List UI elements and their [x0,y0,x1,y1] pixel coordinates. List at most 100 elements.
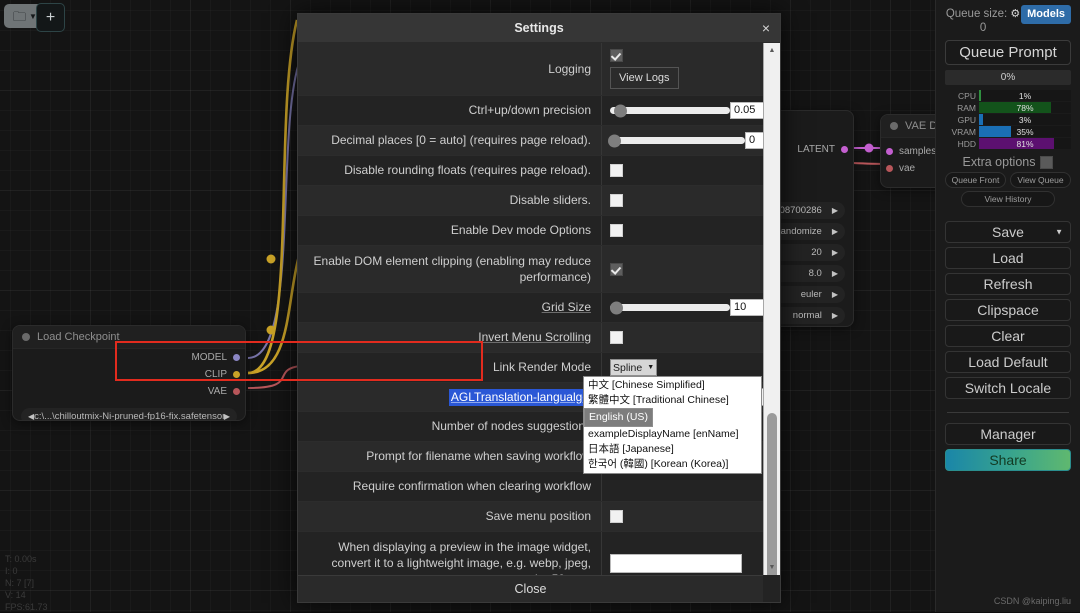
setting-label: Invert Menu Scrolling [298,323,602,352]
setting-control[interactable] [602,472,763,501]
sidebar[interactable]: Queue size: ⚙ 0 Models Queue Prompt 0% C… [935,0,1080,612]
manager-button[interactable]: Manager [945,423,1071,445]
extra-options-checkbox[interactable] [1040,156,1053,169]
settings-rows: Logging View Logs Ctrl+up/down precision… [298,43,763,575]
node-collapse-icon[interactable] [22,333,30,341]
view-queue-button[interactable]: View Queue [1010,172,1071,188]
setting-control[interactable] [602,246,763,292]
save-button[interactable]: Save ▼ [945,221,1071,243]
scroll-down-icon[interactable]: ▼ [764,560,780,575]
view-history-button[interactable]: View History [961,191,1055,207]
setting-control[interactable] [602,502,763,531]
gear-icon[interactable]: ⚙ [1010,8,1020,20]
link-render-mode-select[interactable]: Spline ▼ [610,359,657,376]
close-button[interactable]: Close [298,575,763,602]
queue-front-button[interactable]: Queue Front [945,172,1006,188]
chevron-down-icon[interactable]: ▼ [647,364,654,371]
dom-clipping-checkbox[interactable] [610,263,623,276]
chevron-right-icon[interactable]: ▶ [832,248,838,257]
grid-size-slider[interactable] [610,304,730,311]
settings-scrollbar[interactable]: ▲ ▼ [763,43,780,575]
setting-row-ctrl-precision[interactable]: Ctrl+up/down precision 0.05 [298,96,763,126]
disable-sliders-checkbox[interactable] [610,194,623,207]
sidebar-divider [947,412,1069,413]
clear-button[interactable]: Clear [945,325,1071,347]
port-dot-latent[interactable] [841,146,848,153]
port-dot-vae[interactable] [233,388,240,395]
close-icon[interactable]: × [762,21,770,35]
language-option[interactable]: exampleDisplayName [enName] [584,427,761,442]
setting-control[interactable]: 0.05 [602,96,780,125]
setting-row-disable-sliders[interactable]: Disable sliders. [298,186,763,216]
setting-control[interactable]: 0 [602,126,780,155]
setting-row-decimal-places[interactable]: Decimal places [0 = auto] (requires page… [298,126,763,156]
setting-row-dom-clipping[interactable]: Enable DOM element clipping (enabling ma… [298,246,763,293]
dev-mode-checkbox[interactable] [610,224,623,237]
clipspace-button[interactable]: Clipspace [945,299,1071,321]
language-option[interactable]: 中文 [Chinese Simplified] [584,378,761,393]
share-button[interactable]: Share [945,449,1071,471]
models-button[interactable]: Models [1021,5,1071,24]
language-option[interactable]: 繁體中文 [Traditional Chinese] [584,393,761,408]
chevron-right-icon[interactable]: ▶ [832,269,838,278]
settings-dialog[interactable]: Settings × Logging View Logs Ctrl+up/dow… [297,13,781,603]
queue-prompt-button[interactable]: Queue Prompt [945,40,1071,65]
scroll-up-icon[interactable]: ▲ [764,43,780,58]
chevron-right-icon[interactable]: ▶ [832,290,838,299]
extra-options-row[interactable]: Extra options [945,155,1071,169]
widget-ckpt-name[interactable]: ◀ c:\...\chilloutmix-Ni-pruned-fp16-fix.… [21,408,237,421]
scrollbar-thumb[interactable] [767,413,777,575]
setting-control[interactable] [602,186,763,215]
refresh-button[interactable]: Refresh [945,273,1071,295]
setting-control[interactable] [602,532,763,575]
setting-row-save-menu-position[interactable]: Save menu position [298,502,763,532]
setting-row-preview-format[interactable]: When displaying a preview in the image w… [298,532,763,575]
switch-locale-button[interactable]: Switch Locale [945,377,1071,399]
node-load-checkpoint[interactable]: Load Checkpoint MODEL CLIP VAE ◀ c:\...\… [12,325,246,421]
disable-rounding-checkbox[interactable] [610,164,623,177]
invert-menu-scrolling-checkbox[interactable] [610,331,623,344]
port-dot-model[interactable] [233,354,240,361]
chevron-right-icon[interactable]: ▶ [224,412,230,421]
new-tab-button[interactable]: + [36,3,65,32]
setting-row-dev-mode[interactable]: Enable Dev mode Options [298,216,763,246]
load-button[interactable]: Load [945,247,1071,269]
monitor-label: VRAM [945,127,979,137]
chevron-right-icon[interactable]: ▶ [832,206,838,215]
monitor-row-cpu: CPU 1% [945,90,1071,101]
view-logs-button[interactable]: View Logs [610,67,679,89]
node-output-clip[interactable]: CLIP [13,366,245,383]
load-default-button[interactable]: Load Default [945,351,1071,373]
setting-row-disable-rounding[interactable]: Disable rounding floats (requires page r… [298,156,763,186]
setting-row-grid-size[interactable]: Grid Size 10 [298,293,763,323]
save-menu-position-checkbox[interactable] [610,510,623,523]
setting-row-require-confirmation[interactable]: Require confirmation when clearing workf… [298,472,763,502]
setting-control[interactable] [602,216,763,245]
node-output-vae[interactable]: VAE [13,383,245,400]
decimal-places-slider[interactable] [610,137,745,144]
settings-body[interactable]: Logging View Logs Ctrl+up/down precision… [298,43,780,575]
node-collapse-icon[interactable] [890,122,898,130]
chevron-down-icon[interactable]: ▼ [1055,228,1063,237]
language-option[interactable]: 한국어 (韓國) [Korean (Korea)] [584,457,761,472]
setting-control[interactable]: View Logs [602,43,763,95]
node-output-model[interactable]: MODEL [13,349,245,366]
setting-control[interactable] [602,323,763,352]
logging-checkbox[interactable] [610,49,623,62]
chevron-right-icon[interactable]: ▶ [832,311,838,320]
setting-label: Decimal places [0 = auto] (requires page… [298,126,602,155]
setting-row-invert-menu-scrolling[interactable]: Invert Menu Scrolling [298,323,763,353]
port-dot-samples[interactable] [886,148,893,155]
setting-label: Logging [298,43,602,95]
setting-control[interactable] [602,156,763,185]
port-dot-clip[interactable] [233,371,240,378]
chevron-right-icon[interactable]: ▶ [832,227,838,236]
language-option-selected[interactable]: English (US) [584,408,653,427]
preview-format-input[interactable] [610,554,742,573]
setting-row-logging[interactable]: Logging View Logs [298,43,763,96]
port-dot-vae[interactable] [886,165,893,172]
setting-control[interactable]: 10 [602,293,780,322]
precision-slider[interactable] [610,107,730,114]
language-dropdown-menu[interactable]: 中文 [Chinese Simplified] 繁體中文 [Traditiona… [583,376,762,474]
language-option[interactable]: 日本語 [Japanese] [584,442,761,457]
